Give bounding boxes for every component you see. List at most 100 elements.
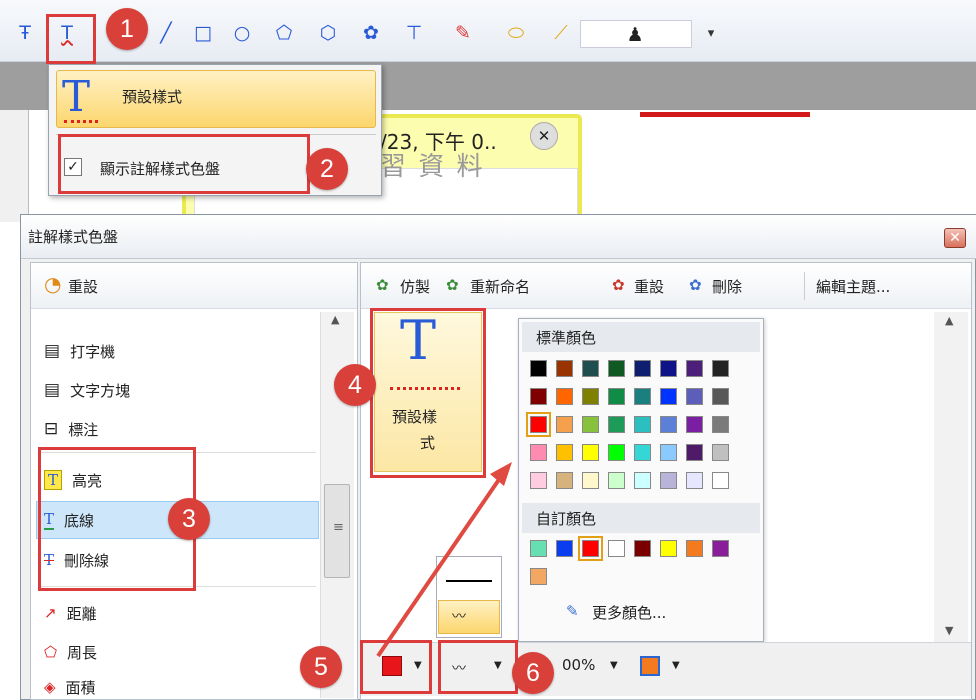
- color-swatch[interactable]: [660, 388, 677, 405]
- duplicate-icon: ✿: [376, 276, 389, 294]
- color-swatch[interactable]: [608, 472, 625, 489]
- color-swatch[interactable]: [686, 360, 703, 377]
- custom-color-swatch[interactable]: [634, 540, 651, 557]
- color-swatch[interactable]: [530, 360, 547, 377]
- custom-color-swatch[interactable]: [556, 540, 573, 557]
- step-badge-3: 3: [168, 498, 210, 540]
- color-swatch[interactable]: [608, 388, 625, 405]
- strikeout-tool-icon[interactable]: Ŧ: [14, 22, 36, 44]
- style-reset-button[interactable]: 重設: [634, 276, 664, 297]
- preview-scrollbar[interactable]: [934, 312, 968, 642]
- polyline-tool-icon[interactable]: ⬠: [273, 22, 295, 44]
- color-swatch[interactable]: [712, 444, 729, 461]
- opacity-value[interactable]: 00%: [562, 656, 595, 674]
- delete-button[interactable]: 刪除: [712, 276, 742, 297]
- color-swatch[interactable]: [634, 472, 651, 489]
- color-swatch[interactable]: [660, 472, 677, 489]
- preview-scroll-up-icon[interactable]: ▲: [945, 314, 953, 327]
- color-swatch[interactable]: [582, 416, 599, 433]
- note-close-icon[interactable]: ✕: [530, 122, 558, 150]
- color-swatch[interactable]: [712, 472, 729, 489]
- polygon-tool-icon[interactable]: ⬡: [317, 22, 339, 44]
- color-swatch[interactable]: [712, 360, 729, 377]
- color-swatch[interactable]: [530, 388, 547, 405]
- delete-icon: ✿: [689, 276, 702, 294]
- color-swatch[interactable]: [634, 444, 651, 461]
- document-red-mark: [640, 112, 810, 117]
- highlight-box-6: [438, 640, 518, 694]
- custom-color-swatch[interactable]: [686, 540, 703, 557]
- color-swatch[interactable]: [582, 360, 599, 377]
- highlight-box-1: [46, 14, 96, 64]
- list-item-perimeter[interactable]: ⬠ 周長: [44, 637, 97, 667]
- rename-button[interactable]: 重新命名: [470, 276, 530, 297]
- custom-color-swatch[interactable]: [578, 536, 603, 561]
- edit-theme-button[interactable]: 編輯主題...: [816, 276, 890, 297]
- default-style-wave: [64, 118, 98, 123]
- color-swatch[interactable]: [526, 412, 551, 437]
- preview-scroll-down-icon[interactable]: ▼: [945, 624, 953, 637]
- fill-dropdown-icon[interactable]: ▼: [672, 660, 680, 671]
- color-swatch[interactable]: [660, 360, 677, 377]
- menu-item-default-style[interactable]: [56, 70, 376, 128]
- color-swatch[interactable]: [556, 472, 573, 489]
- color-swatch[interactable]: [660, 444, 677, 461]
- color-swatch[interactable]: [634, 416, 651, 433]
- reset-button[interactable]: 重設: [68, 276, 98, 297]
- rectangle-tool-icon[interactable]: □: [192, 22, 214, 44]
- color-swatch[interactable]: [686, 444, 703, 461]
- highlight-box-4: [370, 308, 486, 478]
- color-swatch[interactable]: [556, 360, 573, 377]
- color-swatch[interactable]: [660, 416, 677, 433]
- brush-tool-icon[interactable]: ⟋: [550, 22, 572, 44]
- custom-color-swatch[interactable]: [530, 568, 547, 585]
- custom-color-swatch[interactable]: [712, 540, 729, 557]
- color-swatch[interactable]: [634, 388, 651, 405]
- pencil-tool-icon[interactable]: ✎: [452, 22, 474, 44]
- cloud-tool-icon[interactable]: ✿: [360, 22, 382, 44]
- custom-color-swatch[interactable]: [660, 540, 677, 557]
- toolbar-overflow-icon[interactable]: ▾: [700, 22, 722, 44]
- step-badge-4: 4: [334, 364, 376, 406]
- color-swatch[interactable]: [608, 360, 625, 377]
- note-body: 習 資 料: [380, 152, 485, 182]
- color-swatch[interactable]: [582, 444, 599, 461]
- more-colors-button[interactable]: 更多顏色...: [592, 602, 666, 623]
- scroll-grip-icon: ≡: [333, 520, 344, 535]
- color-swatch[interactable]: [686, 472, 703, 489]
- color-swatch[interactable]: [556, 416, 573, 433]
- color-swatch[interactable]: [608, 416, 625, 433]
- color-swatch[interactable]: [608, 444, 625, 461]
- ellipse-tool-icon[interactable]: ○: [231, 22, 253, 44]
- color-swatch[interactable]: [530, 472, 547, 489]
- step-badge-6: 6: [512, 652, 554, 694]
- list-item-callout[interactable]: ⊟ 標注: [44, 414, 98, 444]
- color-swatch[interactable]: [582, 388, 599, 405]
- color-swatch[interactable]: [634, 360, 651, 377]
- list-item-typewriter[interactable]: ▤ 打字機: [44, 336, 115, 366]
- color-swatch[interactable]: [712, 388, 729, 405]
- fill-color-swatch[interactable]: [640, 656, 660, 676]
- list-item-distance[interactable]: ↗ 距離: [44, 598, 97, 628]
- standard-colors-label: 標準顏色: [536, 329, 597, 347]
- line-tool-icon[interactable]: ╱: [155, 22, 177, 44]
- color-swatch[interactable]: [686, 416, 703, 433]
- custom-color-swatch[interactable]: [530, 540, 547, 557]
- list-item-area[interactable]: ◈ 面積: [44, 676, 96, 698]
- rename-icon: ✿: [446, 276, 459, 294]
- color-swatch[interactable]: [556, 444, 573, 461]
- eraser-tool-icon[interactable]: ⬭: [505, 22, 527, 44]
- custom-color-swatch[interactable]: [608, 540, 625, 557]
- color-swatch[interactable]: [712, 416, 729, 433]
- list-item-textbox[interactable]: ▤ 文字方塊: [44, 375, 130, 405]
- opacity-dropdown-icon[interactable]: ▼: [610, 660, 618, 671]
- duplicate-button[interactable]: 仿製: [400, 276, 430, 297]
- color-swatch[interactable]: [686, 388, 703, 405]
- color-swatch[interactable]: [530, 444, 547, 461]
- scroll-up-icon[interactable]: ▲: [331, 313, 339, 326]
- color-swatch[interactable]: [582, 472, 599, 489]
- textbox-icon: ▤: [44, 380, 61, 400]
- color-swatch[interactable]: [556, 388, 573, 405]
- pin-tool-icon[interactable]: ⊤: [403, 22, 425, 44]
- panel-close-icon[interactable]: ✕: [944, 228, 966, 248]
